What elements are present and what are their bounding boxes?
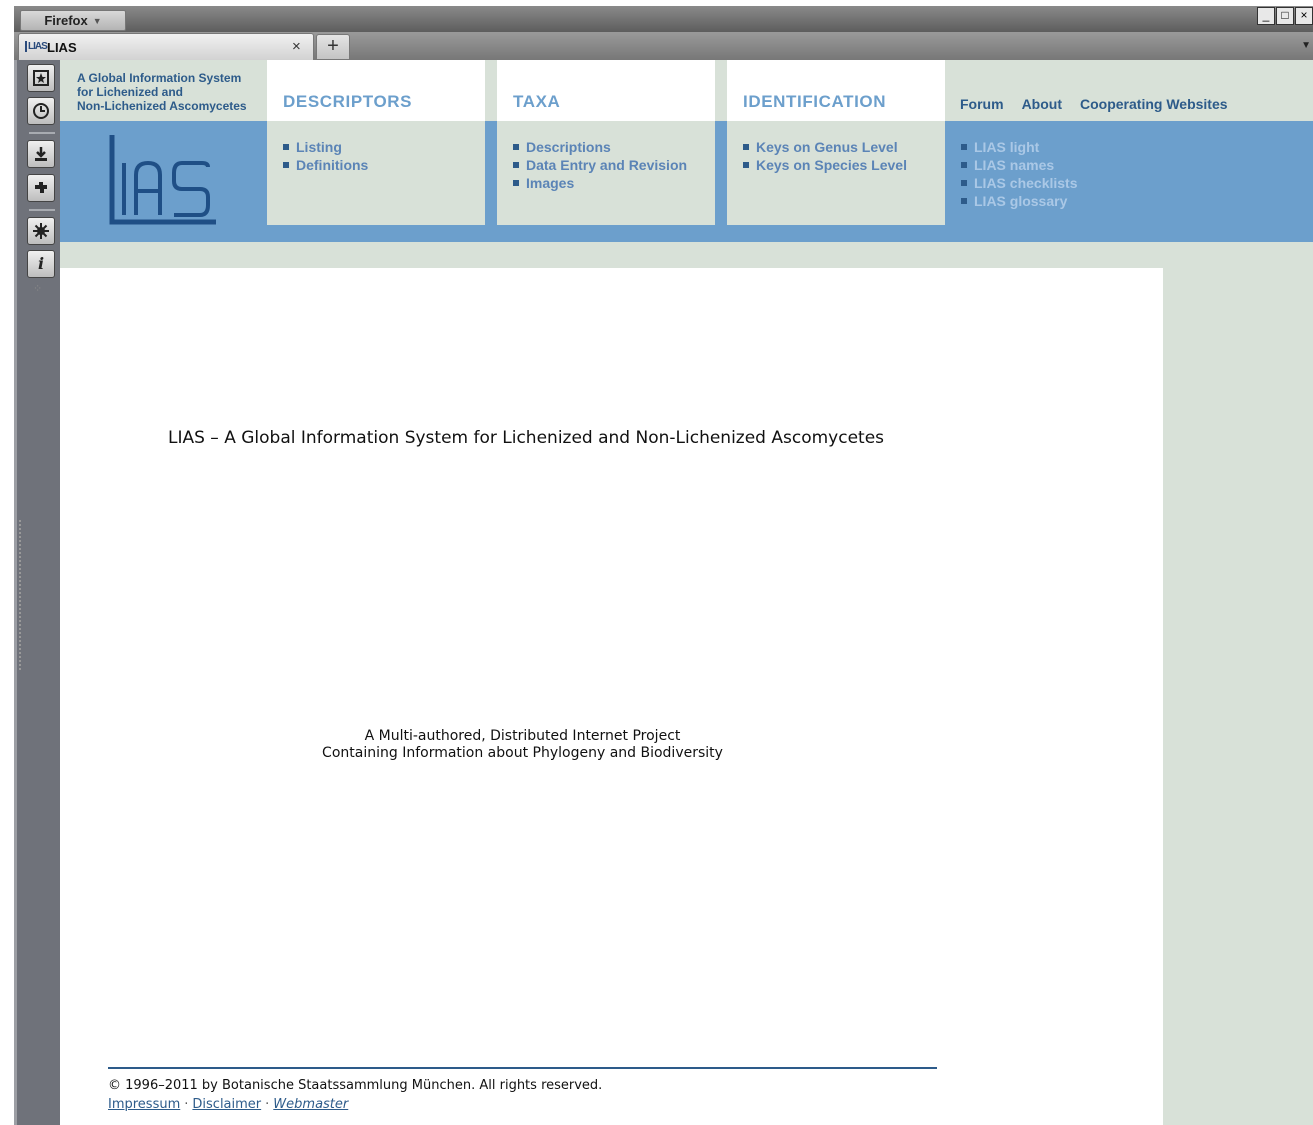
cooperating-websites-link[interactable]: Cooperating Websites <box>1080 96 1228 112</box>
tab-close-button[interactable]: × <box>292 38 301 55</box>
menu-heading-taxa[interactable]: TAXA <box>513 92 560 112</box>
info-icon[interactable]: i <box>27 250 55 278</box>
firefox-menu-button[interactable]: Firefox ▼ <box>20 10 126 31</box>
tab-list-icon[interactable]: ▼ <box>1301 40 1311 51</box>
tagline-line: for Lichenized and <box>77 85 184 99</box>
menu-heading-descriptors[interactable]: DESCRIPTORS <box>283 92 412 112</box>
menu-item-descriptions[interactable]: Descriptions <box>513 138 687 156</box>
top-nav: Forum About Cooperating Websites <box>960 96 1228 112</box>
descriptors-list: Listing Definitions <box>283 138 368 174</box>
menu-item-species-keys[interactable]: Keys on Species Level <box>743 156 907 174</box>
menu-item-genus-keys[interactable]: Keys on Genus Level <box>743 138 907 156</box>
chevron-down-icon: ▼ <box>92 15 102 26</box>
maximize-button[interactable]: □ <box>1276 7 1294 25</box>
impressum-link[interactable]: Impressum <box>108 1097 180 1112</box>
downloads-icon[interactable] <box>27 140 55 168</box>
menu-item-images[interactable]: Images <box>513 174 687 192</box>
settings-icon[interactable] <box>27 217 55 245</box>
menu-item-definitions[interactable]: Definitions <box>283 156 368 174</box>
lias-projects-list: LIAS light LIAS names LIAS checklists LI… <box>961 138 1078 210</box>
page-title: LIAS – A Global Information System for L… <box>168 428 885 448</box>
lias-checklists-link[interactable]: LIAS checklists <box>961 174 1078 192</box>
subtitle-line: A Multi-authored, Distributed Internet P… <box>364 728 681 744</box>
subtitle-line: Containing Information about Phylogeny a… <box>322 745 723 761</box>
menu-item-listing[interactable]: Listing <box>283 138 368 156</box>
sidebar-separator <box>29 132 55 134</box>
footer-separator: · <box>265 1097 270 1112</box>
history-icon[interactable] <box>27 97 55 125</box>
main-content <box>60 268 1163 1125</box>
lias-light-link[interactable]: LIAS light <box>961 138 1078 156</box>
lias-names-link[interactable]: LIAS names <box>961 156 1078 174</box>
lias-logo[interactable] <box>108 133 218 225</box>
page-subtitle: A Multi-authored, Distributed Internet P… <box>230 728 815 762</box>
minimize-button[interactable]: _ <box>1257 7 1275 25</box>
webmaster-link[interactable]: Webmaster <box>273 1097 348 1112</box>
footer-separator: · <box>184 1097 189 1112</box>
lias-glossary-link[interactable]: LIAS glossary <box>961 192 1078 210</box>
window-titlebar <box>14 6 1313 32</box>
about-link[interactable]: About <box>1022 96 1062 112</box>
site-tagline: A Global Information System for Licheniz… <box>77 71 257 113</box>
favicon-icon: LIAS <box>25 41 48 52</box>
identification-list: Keys on Genus Level Keys on Species Leve… <box>743 138 907 174</box>
sidebar-edge <box>14 60 17 1125</box>
window-controls: _ □ × <box>1256 7 1313 25</box>
footer-divider <box>108 1067 937 1069</box>
menu-heading-identification[interactable]: IDENTIFICATION <box>743 92 886 112</box>
tagline-line: A Global Information System <box>77 71 242 85</box>
addons-icon[interactable] <box>27 174 55 202</box>
sidebar-splitter[interactable] <box>19 520 24 670</box>
resize-grip-icon: ⁘ <box>33 283 43 295</box>
forum-link[interactable]: Forum <box>960 96 1004 112</box>
footer-links: Impressum · Disclaimer · Webmaster <box>108 1097 348 1112</box>
sidebar-separator <box>29 209 55 211</box>
close-window-button[interactable]: × <box>1295 7 1313 25</box>
copyright-text: © 1996–2011 by Botanische Staatssammlung… <box>108 1078 603 1093</box>
firefox-button-label: Firefox <box>44 13 88 28</box>
tab-lias[interactable]: LIAS LIAS × <box>18 33 314 60</box>
bookmarks-icon[interactable] <box>27 64 55 92</box>
menu-item-data-entry[interactable]: Data Entry and Revision <box>513 156 687 174</box>
tagline-line: Non-Lichenized Ascomycetes <box>77 99 247 113</box>
disclaimer-link[interactable]: Disclaimer <box>192 1097 261 1112</box>
taxa-list: Descriptions Data Entry and Revision Ima… <box>513 138 687 192</box>
tab-title: LIAS <box>47 40 77 55</box>
new-tab-button[interactable]: + <box>316 34 350 60</box>
